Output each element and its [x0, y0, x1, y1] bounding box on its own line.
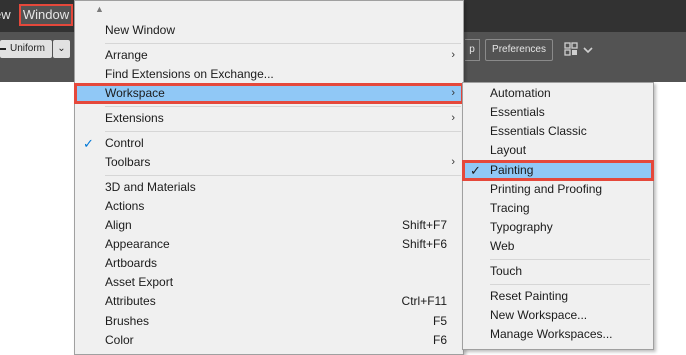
shortcut-label: Shift+F7 [401, 218, 447, 232]
menu-item-artboards[interactable]: Artboards [75, 254, 463, 273]
checkmark-icon: ✓ [470, 163, 481, 178]
menu-item-attributes[interactable]: Attributes Ctrl+F11 [75, 292, 463, 311]
workspace-item-typography[interactable]: Typography [463, 218, 653, 237]
menu-separator [490, 259, 650, 260]
menu-window[interactable]: Window [19, 4, 73, 26]
menu-item-appearance[interactable]: Appearance Shift+F6 [75, 235, 463, 254]
workspace-item-layout[interactable]: Layout [463, 141, 653, 160]
menu-item-toolbars[interactable]: Toolbars › [75, 153, 463, 172]
menu-item-arrange[interactable]: Arrange › [75, 46, 463, 65]
chevron-right-icon: › [451, 156, 455, 168]
menu-item-new-window[interactable]: New Window [75, 21, 463, 40]
menu-item-actions[interactable]: Actions [75, 197, 463, 216]
document-setup-button[interactable]: p [465, 39, 480, 61]
menu-separator [105, 175, 461, 176]
shortcut-label: F6 [432, 333, 447, 347]
workspace-item-manage-workspaces[interactable]: Manage Workspaces... [463, 325, 653, 344]
shortcut-label: Shift+F6 [401, 237, 447, 251]
shortcut-label: Ctrl+F11 [401, 294, 447, 308]
menu-item-extensions[interactable]: Extensions › [75, 109, 463, 128]
chevron-right-icon: › [451, 49, 455, 61]
menu-item-brushes[interactable]: Brushes F5 [75, 312, 463, 331]
workspace-item-touch[interactable]: Touch [463, 262, 653, 281]
workspace-item-printing-and-proofing[interactable]: Printing and Proofing [463, 180, 653, 199]
workspace-item-tracing[interactable]: Tracing [463, 199, 653, 218]
workspace-item-reset-painting[interactable]: Reset Painting [463, 287, 653, 306]
menu-separator [105, 106, 461, 107]
preferences-button[interactable]: Preferences [485, 39, 553, 61]
menu-item-align[interactable]: Align Shift+F7 [75, 216, 463, 235]
menu-item-asset-export[interactable]: Asset Export [75, 273, 463, 292]
stroke-profile-chevron-icon[interactable]: ⌄ [53, 40, 70, 58]
menu-separator [490, 284, 650, 285]
window-menu: ▲ New Window Arrange › Find Extensions o… [74, 0, 464, 355]
workspace-item-automation[interactable]: Automation [463, 84, 653, 103]
menu-item-control[interactable]: ✓ Control [75, 134, 463, 153]
workspace-item-essentials-classic[interactable]: Essentials Classic [463, 122, 653, 141]
menu-item-workspace[interactable]: Workspace › [74, 83, 464, 104]
checkmark-icon: ✓ [83, 136, 94, 151]
scroll-up-icon[interactable]: ▲ [95, 4, 104, 14]
menu-item-color[interactable]: Color F6 [75, 331, 463, 350]
menu-separator [105, 43, 461, 44]
menu-separator [105, 131, 461, 132]
workspace-item-essentials[interactable]: Essentials [463, 103, 653, 122]
menu-item-3d-and-materials[interactable]: 3D and Materials [75, 178, 463, 197]
menu-view[interactable]: ew [0, 5, 20, 25]
menu-item-find-extensions[interactable]: Find Extensions on Exchange... [75, 65, 463, 84]
workspace-item-new-workspace[interactable]: New Workspace... [463, 306, 653, 325]
workspace-item-web[interactable]: Web [463, 237, 653, 256]
arrange-documents-icon[interactable] [562, 41, 596, 59]
chevron-right-icon: › [451, 87, 455, 99]
workspace-submenu: Automation Essentials Essentials Classic… [462, 82, 654, 350]
stroke-profile-dropdown[interactable]: Uniform [0, 40, 52, 58]
stroke-line-icon [0, 48, 6, 50]
workspace-item-painting[interactable]: ✓ Painting [462, 160, 654, 181]
chevron-right-icon: › [451, 112, 455, 124]
shortcut-label: F5 [432, 314, 447, 328]
